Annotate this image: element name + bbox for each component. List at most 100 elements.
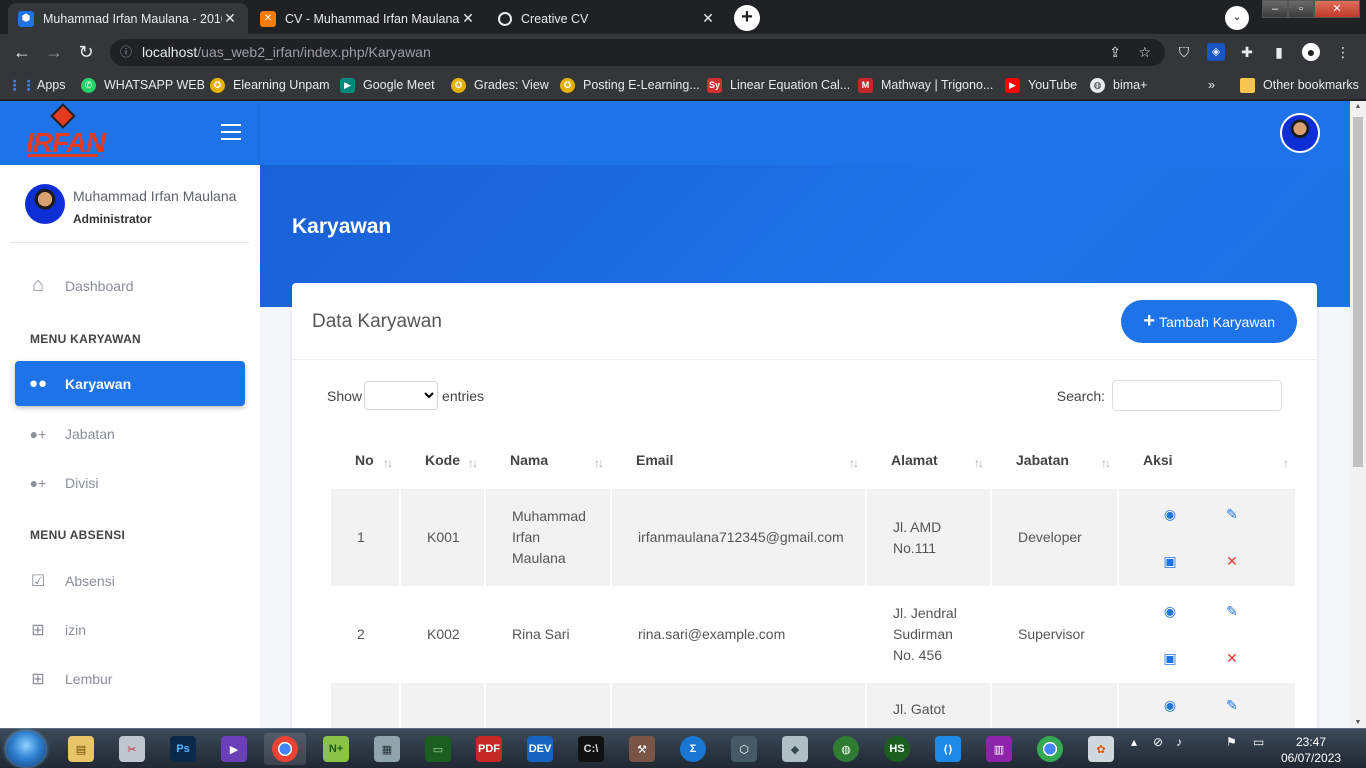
tab-search-button[interactable]: ⌄ <box>1225 6 1249 30</box>
shield-extension-icon[interactable]: ⛉ <box>1175 43 1193 61</box>
bookmark-google-meet[interactable]: ▶ Google Meet <box>340 76 435 94</box>
scroll-down-arrow-icon[interactable]: ▼ <box>1350 719 1366 726</box>
view-eye-icon[interactable]: ◉ <box>1139 504 1201 525</box>
browser-tab-active[interactable]: ⬢ Muhammad Irfan Maulana - 2010 ✕ <box>8 3 248 34</box>
column-header-kode[interactable]: Kode ↑↓ <box>401 431 484 489</box>
taskbar-photoshop[interactable]: Ps <box>162 733 204 765</box>
window-close-button[interactable]: ✕ <box>1314 0 1360 18</box>
taskbar-hs[interactable]: HS <box>876 733 918 765</box>
view-eye-icon[interactable]: ◉ <box>1139 601 1201 622</box>
search-input[interactable] <box>1112 380 1282 411</box>
delete-icon[interactable]: ✕ <box>1201 551 1263 572</box>
id-card-icon[interactable]: ▣ <box>1139 551 1201 572</box>
extension-icon[interactable]: ◈ <box>1207 43 1225 61</box>
bookmark-posting[interactable]: ✪ Posting E-Learning... <box>560 76 700 94</box>
edit-icon[interactable]: ✎ <box>1201 695 1263 716</box>
column-header-nama[interactable]: Nama ↑↓ <box>486 431 610 489</box>
taskbar-devcpp[interactable]: DEV <box>519 733 561 765</box>
bookmark-youtube[interactable]: ▶ YouTube <box>1005 76 1077 94</box>
sidebar-item-dashboard[interactable]: ⌂ Dashboard <box>15 263 245 308</box>
column-header-no[interactable]: No ↑↓ <box>331 431 399 489</box>
sidebar-item-label: Lembur <box>65 670 113 687</box>
taskbar-virtualbox[interactable]: ⬡ <box>723 733 765 765</box>
sidebar-item-jabatan[interactable]: ●+ Jabatan <box>15 411 245 456</box>
taskbar-task-manager[interactable]: ▭ <box>417 733 459 765</box>
taskbar-cmd[interactable]: C:\ <box>570 733 612 765</box>
bookmark-whatsapp[interactable]: ✆ WHATSAPP WEB <box>81 76 205 94</box>
scroll-up-arrow-icon[interactable]: ▲ <box>1350 103 1366 110</box>
taskbar-visual-studio[interactable]: ▶ <box>213 733 255 765</box>
bookmark-mathway[interactable]: M Mathway | Trigono... <box>858 76 993 94</box>
profile-icon[interactable]: ● <box>1302 43 1320 61</box>
side-panel-icon[interactable]: ▮ <box>1270 43 1288 61</box>
taskbar-calculator[interactable]: ▦ <box>366 733 408 765</box>
new-tab-button[interactable]: + <box>734 5 760 31</box>
sidebar-item-karyawan[interactable]: ●● Karyawan <box>15 361 245 406</box>
page-scrollbar[interactable]: ▲ ▼ <box>1350 101 1366 728</box>
tray-expand-icon[interactable]: ▴ <box>1131 735 1137 749</box>
taskbar-explorer[interactable]: ▤ <box>60 733 102 765</box>
column-header-jabatan[interactable]: Jabatan ↑↓ <box>992 431 1117 489</box>
browser-tab-creative-cv[interactable]: Creative CV ✕ <box>488 3 726 34</box>
address-bar[interactable]: ⓘ localhost/uas_web2_irfan/index.php/Kar… <box>110 39 1165 66</box>
taskbar-chrome[interactable] <box>264 733 306 765</box>
taskbar-winrar[interactable]: ▥ <box>978 733 1020 765</box>
bookmark-star-icon[interactable]: ☆ <box>1138 39 1151 66</box>
bookmarks-overflow-button[interactable]: » <box>1208 76 1215 94</box>
menu-dots-icon[interactable]: ⋮ <box>1334 43 1352 61</box>
edit-icon[interactable]: ✎ <box>1201 601 1263 622</box>
tab-close-icon[interactable]: ✕ <box>222 10 238 27</box>
sidebar-item-divisi[interactable]: ●+ Divisi <box>15 460 245 505</box>
tray-flag-icon[interactable]: ⚑ <box>1226 735 1237 749</box>
column-header-email[interactable]: Email ↑↓ <box>612 431 865 489</box>
sidebar-item-absensi[interactable]: ☑ Absensi <box>15 558 245 603</box>
entries-select[interactable] <box>364 381 439 410</box>
add-karyawan-button[interactable]: + Tambah Karyawan <box>1121 300 1297 343</box>
taskbar-pdf[interactable]: PDF <box>468 733 510 765</box>
tab-close-icon[interactable]: ✕ <box>460 10 476 27</box>
taskbar-vscode[interactable]: ⟨⟩ <box>927 733 969 765</box>
reload-icon[interactable]: ↻ <box>76 42 96 62</box>
bookmark-elearning[interactable]: ✪ Elearning Unpam <box>210 76 330 94</box>
start-button[interactable] <box>6 731 46 767</box>
navbar-avatar[interactable] <box>1280 113 1320 153</box>
taskbar-app-tools[interactable]: ⚒ <box>621 733 663 765</box>
back-icon[interactable]: ← <box>12 42 32 62</box>
scrollbar-thumb[interactable] <box>1353 117 1363 467</box>
taskbar-clock[interactable]: 23:47 06/07/2023 <box>1281 734 1341 766</box>
browser-tab-cv[interactable]: ✕ CV - Muhammad Irfan Maulana ✕ <box>250 3 486 34</box>
taskbar-chrome-2[interactable] <box>1029 733 1071 765</box>
taskbar-math[interactable]: Σ <box>672 733 714 765</box>
forward-icon[interactable]: → <box>44 42 64 62</box>
sort-icon: ↑↓ <box>974 456 984 470</box>
delete-icon[interactable]: ✕ <box>1201 648 1263 669</box>
view-eye-icon[interactable]: ◉ <box>1139 695 1201 716</box>
maximize-button[interactable]: ▫ <box>1288 0 1314 18</box>
site-info-icon[interactable]: ⓘ <box>120 39 132 66</box>
column-header-alamat[interactable]: Alamat ↑↓ <box>867 431 990 489</box>
tab-close-icon[interactable]: ✕ <box>700 10 716 27</box>
edit-icon[interactable]: ✎ <box>1201 504 1263 525</box>
minimize-button[interactable]: – <box>1262 0 1288 18</box>
sidebar-item-lembur[interactable]: ⊞ Lembur <box>15 656 245 701</box>
taskbar-snipping[interactable]: ✂ <box>111 733 153 765</box>
tray-network-icon[interactable]: ⊘ <box>1153 735 1163 749</box>
taskbar-earth[interactable]: ◍ <box>825 733 867 765</box>
share-icon[interactable]: ⇪ <box>1109 39 1121 66</box>
column-header-aksi[interactable]: Aksi ↑ <box>1119 431 1295 489</box>
bookmark-bima[interactable]: ◍ bima+ <box>1090 76 1147 94</box>
taskbar-notepadpp[interactable]: N+ <box>315 733 357 765</box>
tray-battery-icon[interactable]: ▭ <box>1253 735 1264 749</box>
bookmark-apps[interactable]: ⋮⋮ Apps <box>8 76 66 94</box>
hamburger-menu-icon[interactable] <box>221 124 241 140</box>
sidebar-item-izin[interactable]: ⊞ izin <box>15 607 245 652</box>
brand-logo[interactable]: IRFAN <box>26 103 106 159</box>
taskbar-notes[interactable]: ◆ <box>774 733 816 765</box>
other-bookmarks[interactable]: Other bookmarks <box>1240 76 1359 94</box>
taskbar-paint[interactable]: ✿ <box>1080 733 1122 765</box>
puzzle-icon[interactable]: ✚ <box>1238 43 1256 61</box>
bookmark-grades[interactable]: ✪ Grades: View <box>451 76 549 94</box>
bookmark-symbolab[interactable]: Sy Linear Equation Cal... <box>707 76 850 94</box>
id-card-icon[interactable]: ▣ <box>1139 648 1201 669</box>
tray-volume-icon[interactable]: ♪ <box>1176 735 1182 749</box>
